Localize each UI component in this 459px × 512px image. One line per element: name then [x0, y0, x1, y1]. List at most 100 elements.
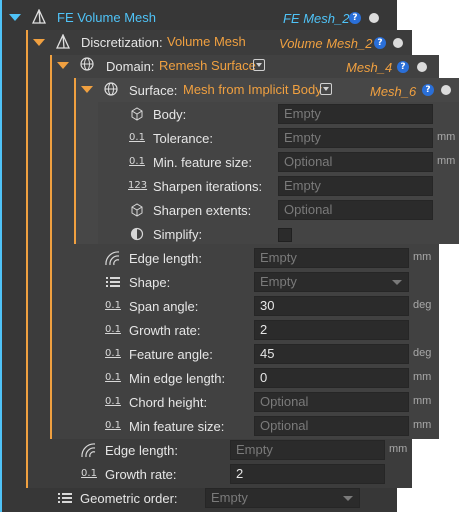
surface-min-feature-size-input[interactable]: Optional [278, 152, 433, 172]
fe-mesh-status-dot[interactable] [369, 13, 379, 23]
sharpen-extents-selector[interactable]: Optional [278, 200, 433, 220]
feature-angle-unit: deg [413, 347, 432, 359]
surface-min-feature-size-row: 0.1 Min. feature size: Optional mm [122, 150, 459, 174]
feature-angle-input[interactable]: 45 [254, 344, 409, 364]
domain-value[interactable]: Remesh Surface [159, 58, 256, 73]
domain-label: Domain: [106, 59, 155, 74]
surface-status-dot[interactable] [441, 85, 451, 95]
span-angle-row: 0.1 Span angle: 30 deg [98, 294, 438, 318]
min-feature-size-unit: mm [413, 419, 432, 431]
discretization-value[interactable]: Volume Mesh [167, 34, 246, 49]
span-angle-label: Span angle: [129, 299, 199, 314]
chord-height-unit: mm [413, 395, 432, 407]
discretization-status-dot[interactable] [393, 38, 403, 48]
globe-icon [80, 57, 94, 71]
shape-label: Shape: [129, 275, 171, 290]
chord-height-row: 0.1 Chord height: Optional mm [98, 390, 438, 414]
sharpen-iterations-label: Sharpen iterations: [153, 179, 263, 194]
shape-row: Shape: Empty [98, 270, 438, 294]
surface-name: Mesh_6 [370, 84, 417, 99]
body-selector[interactable]: Empty [278, 104, 433, 124]
growth-rate-label: Growth rate: [129, 323, 201, 338]
edge-length-unit: mm [413, 251, 432, 263]
disc-edge-length-label: Edge length: [105, 443, 179, 458]
geometric-order-label: Geometric order: [80, 491, 178, 506]
body-row: Body: Empty [122, 102, 459, 126]
chevron-down-icon [343, 496, 353, 501]
sharpen-extents-label: Sharpen extents: [153, 203, 252, 218]
surface-min-feature-size-label: Min. feature size: [153, 155, 252, 170]
edge-length-input[interactable]: Empty [254, 248, 409, 268]
discretization-collapse-arrow[interactable] [33, 39, 45, 46]
chevron-down-icon [392, 280, 402, 285]
discretization-label: Discretization: [81, 35, 163, 50]
tolerance-label: Tolerance: [153, 131, 213, 146]
discretization-help-icon[interactable]: ? [374, 37, 386, 49]
min-feature-size-input[interactable]: Optional [254, 416, 409, 436]
domain-status-dot[interactable] [417, 62, 427, 72]
half-circle-icon [130, 227, 144, 241]
surface-help-icon[interactable]: ? [422, 84, 434, 96]
decimal-icon: 0.1 [129, 132, 145, 143]
sharpen-iterations-row: 123 Sharpen iterations: Empty [122, 174, 459, 198]
sharpen-extents-row: Sharpen extents: Optional [122, 198, 459, 222]
disc-edge-length-row: Edge length: Empty mm [74, 438, 414, 462]
shape-dropdown[interactable]: Empty [254, 272, 409, 292]
growth-rate-input[interactable]: 2 [254, 320, 409, 340]
min-feature-size-row: 0.1 Min feature size: Optional mm [98, 414, 438, 438]
fe-mesh-help-icon[interactable]: ? [349, 12, 361, 24]
mesh-tetra-icon [32, 9, 46, 24]
disc-growth-rate-input[interactable]: 2 [230, 464, 385, 484]
span-angle-unit: deg [413, 299, 432, 311]
decimal-icon: 0.1 [105, 420, 121, 431]
simplify-row: Simplify: [122, 222, 459, 246]
feature-angle-label: Feature angle: [129, 347, 213, 362]
span-angle-input[interactable]: 30 [254, 296, 409, 316]
chord-height-label: Chord height: [129, 395, 208, 410]
disc-edge-length-input[interactable]: Empty [230, 440, 385, 460]
body-label: Body: [153, 107, 187, 122]
decimal-icon: 0.1 [105, 324, 121, 335]
decimal-icon: 0.1 [105, 300, 121, 311]
simplify-checkbox[interactable] [278, 228, 292, 242]
min-edge-length-row: 0.1 Min edge length: 0 mm [98, 366, 438, 390]
surface-collapse-arrow[interactable] [81, 86, 93, 93]
min-edge-length-input[interactable]: 0 [254, 368, 409, 388]
mesh-tetra-icon [56, 34, 70, 49]
edge-length-label: Edge length: [129, 251, 203, 266]
decimal-icon: 0.1 [105, 396, 121, 407]
domain-name: Mesh_4 [346, 60, 393, 75]
min-feature-size-label: Min feature size: [129, 419, 225, 434]
edge-length-row: Edge length: Empty mm [98, 246, 438, 270]
surface-min-feature-size-unit: mm [437, 155, 456, 167]
list-icon [106, 277, 120, 287]
list-icon [58, 493, 72, 503]
geometric-order-row: Geometric order: Empty [50, 486, 390, 510]
simplify-label: Simplify: [153, 227, 203, 242]
disc-growth-rate-row: 0.1 Growth rate: 2 [74, 462, 414, 486]
surface-dropdown-icon[interactable] [320, 83, 332, 95]
chord-height-input[interactable]: Optional [254, 392, 409, 412]
geometric-order-dropdown[interactable]: Empty [205, 488, 360, 508]
sharpen-iterations-input[interactable]: Empty [278, 176, 433, 196]
growth-rate-row: 0.1 Growth rate: 2 [98, 318, 438, 342]
fe-mesh-name: FE Mesh_2 [283, 11, 350, 26]
decimal-icon: 0.1 [81, 468, 97, 479]
surface-value[interactable]: Mesh from Implicit Body [183, 82, 322, 97]
domain-dropdown-icon[interactable] [253, 59, 265, 71]
min-edge-length-label: Min edge length: [129, 371, 226, 386]
arc-icon [105, 251, 120, 266]
decimal-icon: 0.1 [129, 156, 145, 167]
min-edge-length-unit: mm [413, 371, 432, 383]
arc-icon [81, 443, 96, 458]
discretization-name: Volume Mesh_2 [279, 36, 373, 51]
disc-growth-rate-label: Growth rate: [105, 467, 177, 482]
body-icon [131, 107, 143, 121]
decimal-icon: 0.1 [105, 372, 121, 383]
domain-collapse-arrow[interactable] [57, 62, 69, 69]
fe-mesh-collapse-arrow[interactable] [9, 14, 21, 21]
domain-help-icon[interactable]: ? [397, 61, 409, 73]
tolerance-input[interactable]: Empty [278, 128, 433, 148]
decimal-icon: 0.1 [105, 348, 121, 359]
disc-edge-length-unit: mm [389, 443, 408, 455]
